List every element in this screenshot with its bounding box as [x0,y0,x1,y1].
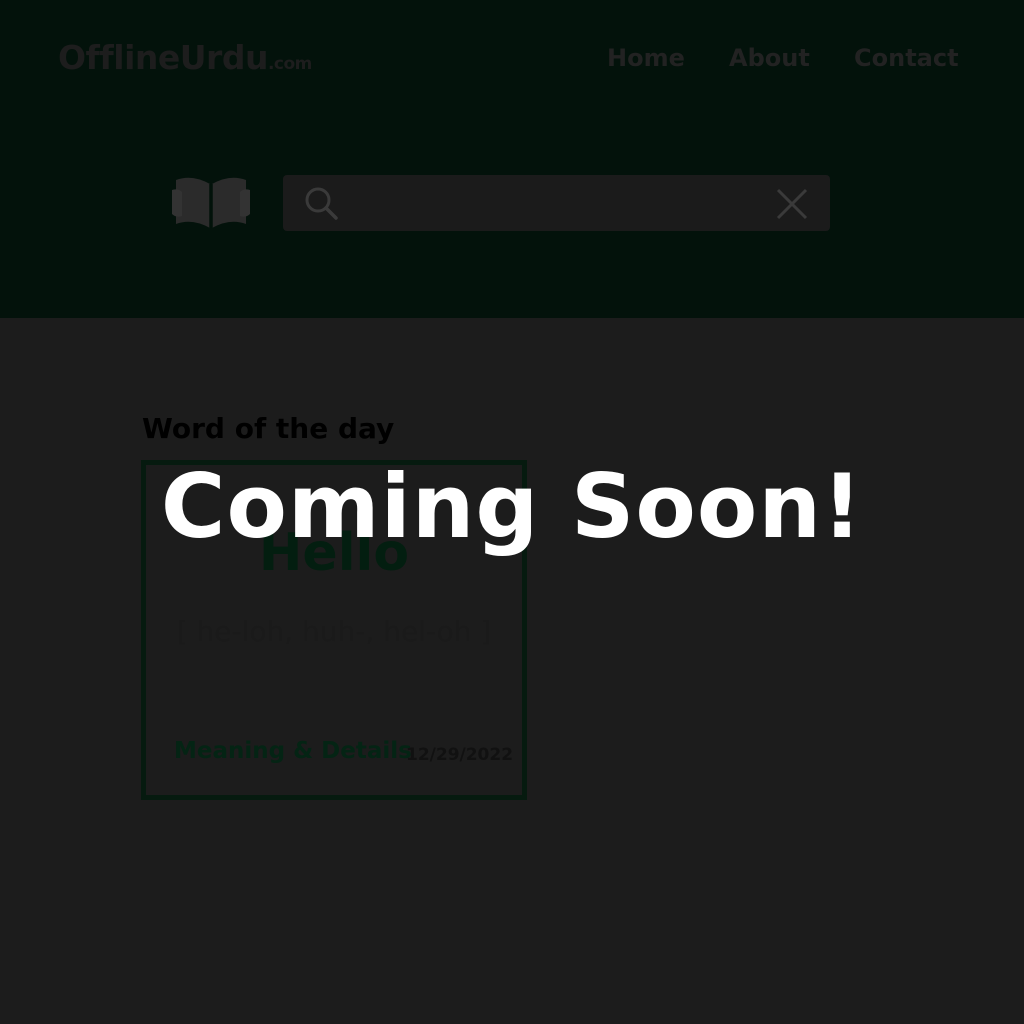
search-input[interactable] [349,183,753,225]
open-book-icon [172,177,250,228]
close-icon[interactable] [775,187,809,221]
main-nav: Home About Contact [0,44,1024,84]
coming-soon-overlay: Coming Soon! [160,455,864,558]
nav-contact-link[interactable]: Contact [854,44,959,72]
search-icon[interactable] [303,185,339,221]
word-pronunciation: [ he-loh, huh-, hel-oh ] [176,615,492,648]
nav-home-link[interactable]: Home [607,44,685,72]
site-header: OfflineUrdu.com Home About Contact [0,0,1024,318]
nav-about-link[interactable]: About [729,44,810,72]
word-date: 12/29/2022 [406,745,514,765]
meaning-details-link[interactable]: Meaning & Details [174,738,412,764]
word-of-day-heading: Word of the day [142,412,395,445]
search-bar [283,175,830,231]
